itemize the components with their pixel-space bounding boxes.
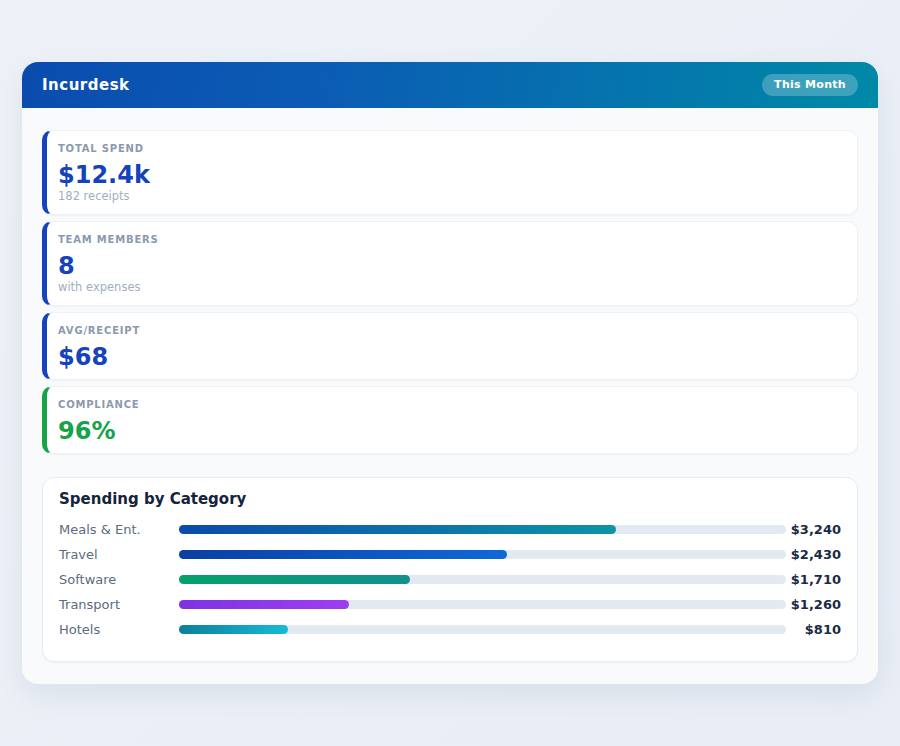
stat-card-avg-receipt: AVG/RECEIPT $68 [42, 312, 858, 380]
category-label: Software [59, 572, 179, 587]
bar-track [179, 625, 786, 634]
stat-label: TEAM MEMBERS [58, 233, 841, 247]
spending-chart-card: Spending by Category Meals & Ent. $3,240 T… [42, 477, 858, 662]
chart-row-travel: Travel $2,430 [59, 542, 841, 567]
stat-value: $12.4k [58, 162, 841, 189]
bar-fill [179, 625, 288, 634]
category-label: Meals & Ent. [59, 522, 179, 537]
stat-cards: TOTAL SPEND $12.4k182 receipts TEAM MEMBER… [42, 130, 858, 454]
stat-label: TOTAL SPEND [58, 142, 841, 156]
category-label: Hotels [59, 622, 179, 637]
bar-track [179, 600, 786, 609]
bar-fill [179, 550, 507, 559]
chart-rows: Meals & Ent. $3,240 Travel $2,430 Software $1… [59, 517, 841, 642]
category-amount: $2,430 [786, 547, 841, 562]
stat-card-team-members: TEAM MEMBERS 8with expenses [42, 221, 858, 306]
dashboard-panel: Incurdesk This Month TOTAL SPEND $12.4k18… [22, 62, 878, 684]
stat-subtext: with expenses [58, 280, 841, 294]
category-amount: $1,260 [786, 597, 841, 612]
stat-value: $68 [58, 344, 841, 371]
chart-row-transport: Transport $1,260 [59, 592, 841, 617]
category-amount: $810 [786, 622, 841, 637]
stat-value: 8 [58, 253, 841, 280]
bar-track [179, 550, 786, 559]
category-amount: $3,240 [786, 522, 841, 537]
stat-label: AVG/RECEIPT [58, 324, 841, 338]
chart-row-software: Software $1,710 [59, 567, 841, 592]
chart-row-meals-ent-: Meals & Ent. $3,240 [59, 517, 841, 542]
stat-card-total-spend: TOTAL SPEND $12.4k182 receipts [42, 130, 858, 215]
category-label: Transport [59, 597, 179, 612]
category-label: Travel [59, 547, 179, 562]
bar-track [179, 575, 786, 584]
chart-row-hotels: Hotels $810 [59, 617, 841, 642]
bar-fill [179, 575, 410, 584]
category-amount: $1,710 [786, 572, 841, 587]
dashboard-content: TOTAL SPEND $12.4k182 receipts TEAM MEMBER… [22, 108, 878, 662]
stat-label: COMPLIANCE [58, 398, 841, 412]
app-header: Incurdesk This Month [22, 62, 878, 108]
bar-track [179, 525, 786, 534]
bar-fill [179, 600, 349, 609]
stat-value: 96% [58, 418, 841, 445]
stat-subtext: 182 receipts [58, 189, 841, 203]
chart-title: Spending by Category [59, 490, 841, 508]
stat-card-compliance: COMPLIANCE 96% [42, 386, 858, 454]
bar-fill [179, 525, 616, 534]
period-badge[interactable]: This Month [762, 74, 858, 96]
app-title: Incurdesk [42, 76, 130, 94]
